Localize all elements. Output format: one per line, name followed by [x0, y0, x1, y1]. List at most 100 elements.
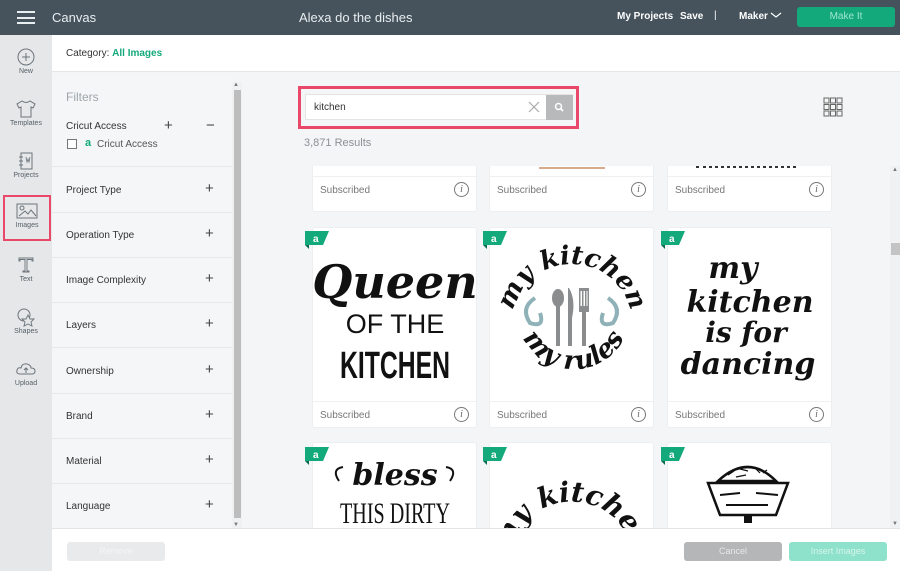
info-icon[interactable]: i	[454, 182, 469, 197]
expand-plus-icon[interactable]: +	[205, 315, 214, 332]
chevron-down-icon[interactable]	[770, 10, 782, 20]
cricut-access-badge-icon: a	[483, 231, 507, 249]
image-card[interactable]: bless THIS DIRTY	[312, 442, 477, 528]
rail-templates[interactable]: Templates	[0, 93, 52, 141]
expand-plus-icon[interactable]: +	[205, 496, 214, 513]
filters-scrollbar[interactable]: ▲ ▼	[232, 82, 242, 528]
machine-selector[interactable]: Maker	[739, 11, 768, 22]
bless-this-dirty-art: bless THIS DIRTY	[334, 458, 455, 528]
svg-text:my rules: my rules	[517, 324, 631, 377]
filter-group-name: Image Complexity	[66, 275, 147, 286]
art-line: my	[708, 251, 760, 286]
info-icon[interactable]: i	[631, 407, 646, 422]
bottom-action-bar: Remove Cancel Insert Images	[52, 528, 900, 571]
image-card[interactable]: Subscribed i	[312, 166, 477, 212]
scroll-down-arrow-icon[interactable]: ▼	[892, 521, 898, 527]
my-kitchen-is-for-dancing-art: my kitchen is for dancing	[681, 251, 816, 382]
card-footer: Subscribed i	[668, 176, 831, 203]
scroll-up-arrow-icon[interactable]: ▲	[233, 82, 239, 88]
expand-plus-icon[interactable]: +	[205, 406, 214, 423]
filter-image-complexity[interactable]: Image Complexity +	[52, 258, 232, 303]
search-input[interactable]	[314, 99, 514, 116]
image-card[interactable]: Subscribed i	[489, 166, 654, 212]
info-icon[interactable]: i	[809, 407, 824, 422]
art-line: kitchen	[686, 285, 813, 320]
scrollbar-thumb[interactable]	[891, 243, 900, 255]
results-scrollbar[interactable]: ▲ ▼	[890, 166, 900, 528]
filter-ownership[interactable]: Ownership +	[52, 349, 232, 394]
info-icon[interactable]: i	[454, 407, 469, 422]
clear-search-icon[interactable]	[527, 100, 541, 114]
image-card[interactable]: my kitchen	[489, 442, 654, 528]
image-card[interactable]: my kitchen my rules Subscribed i	[489, 227, 654, 428]
art-line: bless	[352, 458, 437, 493]
image-card[interactable]	[667, 442, 832, 528]
kitchen-scale-art	[706, 465, 790, 523]
scroll-up-arrow-icon[interactable]: ▲	[892, 167, 898, 173]
info-icon[interactable]: i	[631, 182, 646, 197]
art-line: OF THE	[346, 309, 445, 339]
queen-of-the-kitchen-art: Queen OF THE KITCHEN	[313, 255, 476, 387]
make-it-button[interactable]: Make It	[797, 7, 895, 27]
rail-new[interactable]: New	[0, 41, 52, 89]
document-title[interactable]: Alexa do the dishes	[299, 10, 412, 25]
card-status: Subscribed	[675, 410, 726, 421]
rail-upload[interactable]: Upload	[0, 353, 52, 401]
filter-operation-type[interactable]: Operation Type +	[52, 213, 232, 258]
rail-label: Shapes	[14, 328, 38, 335]
cricut-access-badge-icon: a	[661, 231, 685, 249]
filter-layers[interactable]: Layers +	[52, 303, 232, 348]
grid-view-icon[interactable]	[823, 97, 843, 117]
filter-project-type[interactable]: Project Type +	[52, 168, 232, 213]
rail-text[interactable]: Text	[0, 249, 52, 297]
category-label: Category:	[66, 48, 110, 59]
card-footer: Subscribed i	[490, 176, 653, 203]
filter-brand[interactable]: Brand +	[52, 394, 232, 439]
art-line: THIS DIRTY	[340, 497, 450, 528]
filter-group-name: Operation Type	[66, 230, 135, 241]
image-card[interactable]: Subscribed i	[667, 166, 832, 212]
card-footer: Subscribed i	[490, 401, 653, 428]
filter-material[interactable]: Material +	[52, 439, 232, 484]
art-fragment	[539, 167, 605, 169]
filter-group-name: Ownership	[66, 366, 114, 377]
collapse-minus-icon[interactable]: −	[206, 117, 215, 134]
info-icon[interactable]: i	[809, 182, 824, 197]
image-card[interactable]: my kitchen is for dancing Subscribed i	[667, 227, 832, 428]
cricut-access-badge-icon: a	[661, 447, 685, 465]
cricut-access-badge-icon: a	[483, 447, 507, 465]
cancel-button[interactable]: Cancel	[684, 542, 782, 561]
rail-shapes[interactable]: Shapes	[0, 301, 52, 349]
cricut-access-checkbox[interactable]	[67, 139, 77, 149]
insert-images-button[interactable]: Insert Images	[789, 542, 887, 561]
category-value-link[interactable]: All Images	[112, 48, 162, 59]
search-icon	[554, 102, 564, 112]
filter-language[interactable]: Language +	[52, 484, 232, 529]
expand-plus-icon[interactable]: +	[205, 361, 214, 378]
rail-images[interactable]: Images	[3, 195, 51, 241]
svg-text:a: a	[313, 234, 319, 245]
svg-text:my kitchen: my kitchen	[490, 475, 653, 528]
hamburger-menu-icon[interactable]	[17, 11, 35, 24]
cricut-access-logo-icon: a	[85, 137, 92, 149]
expand-plus-icon[interactable]: +	[164, 117, 173, 134]
remove-button[interactable]: Remove	[67, 542, 165, 561]
search-button[interactable]	[546, 95, 573, 120]
art-fragment	[696, 166, 796, 168]
expand-plus-icon[interactable]: +	[205, 270, 214, 287]
art-line: is for	[705, 316, 789, 349]
rail-label: Templates	[10, 120, 42, 127]
expand-plus-icon[interactable]: +	[205, 180, 214, 197]
my-projects-link[interactable]: My Projects	[617, 11, 673, 22]
expand-plus-icon[interactable]: +	[205, 225, 214, 242]
expand-plus-icon[interactable]: +	[205, 451, 214, 468]
top-bar: Canvas Alexa do the dishes My Projects S…	[0, 0, 900, 35]
rail-label: Images	[15, 222, 39, 229]
image-card[interactable]: Queen OF THE KITCHEN Subscribed i	[312, 227, 477, 428]
save-link[interactable]: Save	[680, 11, 703, 22]
my-kitchen-arc-art: my kitchen	[490, 475, 653, 528]
scrollbar-thumb[interactable]	[234, 90, 241, 518]
svg-text:a: a	[313, 450, 319, 461]
rail-projects[interactable]: Projects	[0, 145, 52, 193]
card-status: Subscribed	[320, 185, 371, 196]
